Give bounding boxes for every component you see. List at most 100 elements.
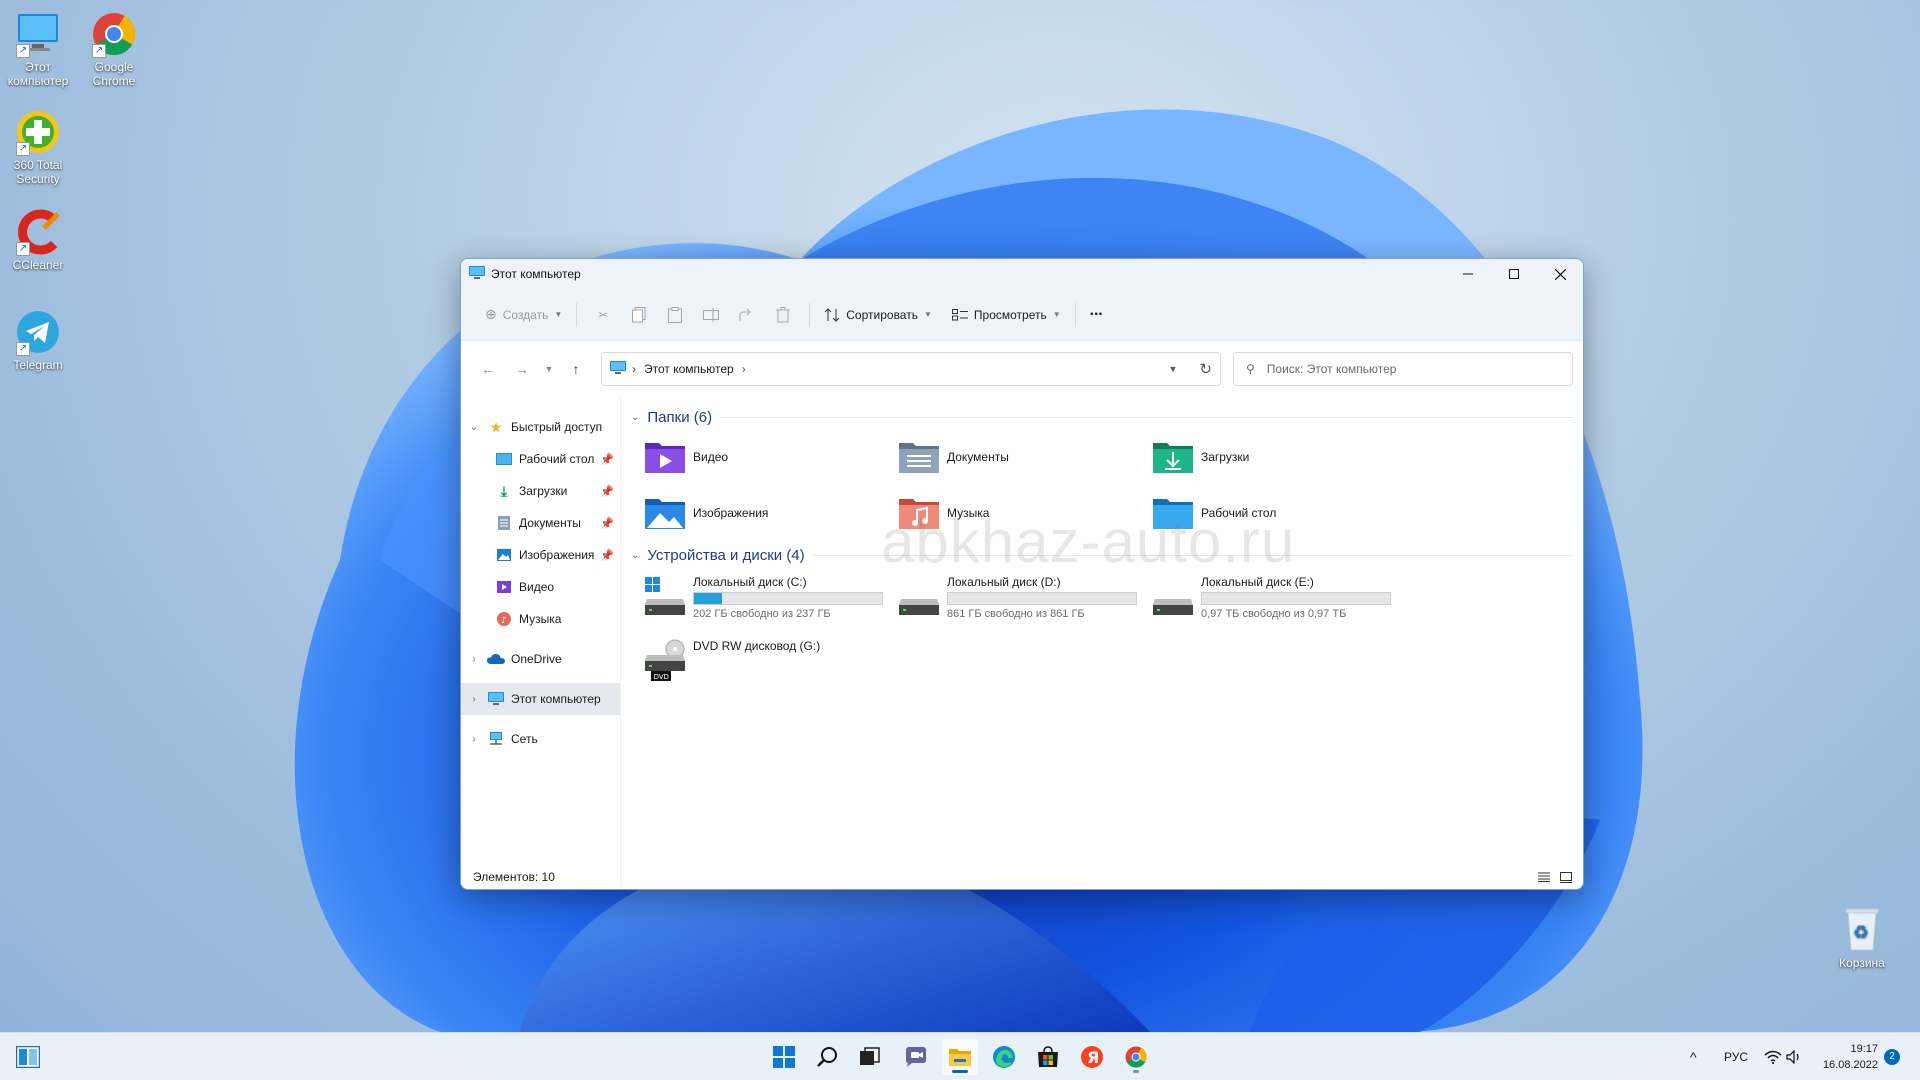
chevron-right-icon[interactable]: › — [461, 734, 487, 745]
start-button[interactable] — [766, 1039, 802, 1075]
delete-button[interactable] — [765, 299, 801, 331]
show-desktop-widget-button[interactable] — [10, 1039, 46, 1075]
sort-button[interactable]: Сортировать ▼ — [818, 299, 938, 331]
cut-button[interactable]: ✂ — [585, 299, 621, 331]
drive-free-space: 0,97 ТБ свободно из 0,97 ТБ — [1201, 608, 1347, 620]
pin-icon[interactable]: 📌 — [600, 517, 614, 530]
minimize-button[interactable] — [1445, 259, 1491, 289]
task-view-icon — [860, 1047, 880, 1065]
folder-pictures[interactable]: Изображения — [643, 491, 897, 535]
pin-icon[interactable]: 📌 — [600, 549, 614, 562]
this-pc-icon — [487, 691, 505, 707]
paste-button[interactable] — [657, 299, 693, 331]
view-button[interactable]: Просмотреть ▼ — [946, 299, 1067, 331]
drive-d[interactable]: Локальный диск (D:) 861 ГБ свободно из 8… — [897, 575, 1151, 623]
recent-locations-button[interactable]: ▼ — [539, 354, 559, 384]
search-button[interactable] — [810, 1039, 846, 1075]
volume-control[interactable] — [1786, 1033, 1802, 1080]
desktop-icon-recycle-bin[interactable]: ♻ Корзина — [1822, 904, 1902, 970]
nav-music[interactable]: ♪ Музыка — [461, 603, 620, 635]
share-button[interactable] — [729, 299, 765, 331]
create-button[interactable]: ⊕ Создать ▼ — [479, 299, 568, 331]
chevron-down-icon[interactable]: ⌄ — [461, 422, 487, 433]
forward-button[interactable]: → — [505, 354, 539, 384]
language-indicator[interactable]: РУС — [1724, 1033, 1748, 1080]
task-view-button[interactable] — [852, 1039, 888, 1075]
breadcrumb-chevron-icon[interactable]: › — [742, 362, 746, 376]
drive-g-dvd[interactable]: DVD DVD RW дисковод (G:) — [643, 639, 897, 687]
rename-button[interactable] — [693, 299, 729, 331]
pin-icon[interactable]: 📌 — [600, 485, 614, 498]
tray-overflow-button[interactable]: ^ — [1690, 1033, 1697, 1080]
taskbar-edge[interactable] — [986, 1039, 1022, 1075]
desktop-folder-icon — [495, 451, 513, 467]
telegram-icon: ↗ — [14, 308, 62, 356]
group-header-folders[interactable]: ⌄ Папки (6) — [631, 405, 1583, 429]
drive-usage-fill — [694, 593, 723, 604]
folder-desktop[interactable]: Рабочий стол — [1151, 491, 1405, 535]
desktop-icon-this-pc[interactable]: ↗ Этот компьютер — [0, 10, 78, 88]
tiles-view-button[interactable] — [1555, 867, 1577, 887]
taskbar-file-explorer[interactable] — [942, 1039, 978, 1075]
more-options-button[interactable]: ··· — [1084, 299, 1109, 331]
close-button[interactable] — [1537, 259, 1583, 289]
folder-music[interactable]: Музыка — [897, 491, 1151, 535]
shortcut-arrow-icon: ↗ — [16, 342, 30, 356]
nav-documents[interactable]: Документы 📌 — [461, 507, 620, 539]
drive-c[interactable]: Локальный диск (C:) 202 ГБ свободно из 2… — [643, 575, 897, 623]
taskbar-chrome[interactable] — [1118, 1039, 1154, 1075]
taskbar-store[interactable] — [1030, 1039, 1066, 1075]
drives-grid: Локальный диск (C:) 202 ГБ свободно из 2… — [631, 567, 1583, 687]
copy-button[interactable] — [621, 299, 657, 331]
refresh-icon[interactable]: ↻ — [1199, 360, 1212, 378]
breadcrumb-this-pc[interactable]: Этот компьютер — [644, 362, 734, 376]
clock[interactable]: 19:17 16.08.2022 — [1814, 1041, 1878, 1073]
desktop-icon-360-total-security[interactable]: ↗ 360 Total Security — [0, 108, 78, 186]
nav-downloads[interactable]: ⤓ Загрузки 📌 — [461, 475, 620, 507]
up-button[interactable]: ↑ — [559, 354, 593, 384]
nav-this-pc[interactable]: › Этот компьютер — [461, 683, 620, 715]
separator — [809, 302, 811, 327]
title-bar[interactable]: Этот компьютер — [461, 259, 1583, 289]
nav-quick-access[interactable]: ⌄ ★ Быстрый доступ — [461, 411, 620, 443]
desktop-icon-telegram[interactable]: ↗ Telegram — [0, 308, 78, 372]
drive-e[interactable]: Локальный диск (E:) 0,97 ТБ свободно из … — [1151, 575, 1405, 623]
back-button[interactable]: ← — [471, 354, 505, 384]
desktop-icon-chrome[interactable]: ↗ Google Chrome — [74, 10, 154, 88]
maximize-button[interactable] — [1491, 259, 1537, 289]
group-header-drives[interactable]: ⌄ Устройства и диски (4) — [631, 543, 1583, 567]
nav-pictures[interactable]: Изображения 📌 — [461, 539, 620, 571]
folder-downloads[interactable]: Загрузки — [1151, 435, 1405, 479]
pin-icon[interactable]: 📌 — [600, 453, 614, 466]
recycle-bin-icon: ♻ — [1838, 904, 1886, 954]
folder-label: Рабочий стол — [1201, 506, 1277, 520]
chevron-right-icon[interactable]: › — [461, 694, 487, 705]
this-pc-icon — [610, 360, 626, 378]
notification-badge[interactable]: 2 — [1884, 1049, 1900, 1065]
folder-documents[interactable]: Документы — [897, 435, 1151, 479]
status-bar: Элементов: 10 — [461, 865, 1583, 889]
address-bar[interactable]: › Этот компьютер › ▼ ↻ — [601, 352, 1221, 386]
details-view-button[interactable] — [1533, 867, 1555, 887]
copy-icon — [632, 306, 646, 322]
folder-videos[interactable]: Видео — [643, 435, 897, 479]
nav-label: OneDrive — [511, 652, 562, 666]
shortcut-arrow-icon: ↗ — [92, 44, 106, 58]
nav-label: Видео — [519, 580, 555, 594]
explorer-window: Этот компьютер ⊕ Создать ▼ ✂ Сортировать… — [460, 258, 1584, 890]
nav-desktop[interactable]: Рабочий стол 📌 — [461, 443, 620, 475]
chat-button[interactable] — [898, 1039, 934, 1075]
nav-network[interactable]: › Сеть — [461, 723, 620, 755]
taskbar-yandex-browser[interactable]: Я — [1074, 1039, 1110, 1075]
nav-videos[interactable]: Видео — [461, 571, 620, 603]
network-icon — [487, 731, 505, 747]
address-history-dropdown[interactable]: ▼ — [1169, 364, 1178, 374]
network-status[interactable] — [1764, 1033, 1782, 1080]
nav-onedrive[interactable]: › OneDrive — [461, 643, 620, 675]
chevron-right-icon[interactable]: › — [461, 654, 487, 665]
this-pc-icon — [469, 265, 485, 283]
download-icon: ⤓ — [500, 482, 508, 499]
desktop-icon-ccleaner[interactable]: ↗ CCleaner — [0, 208, 78, 272]
search-box[interactable]: ⚲ Поиск: Этот компьютер — [1233, 352, 1573, 386]
pictures-folder-icon — [645, 499, 685, 529]
